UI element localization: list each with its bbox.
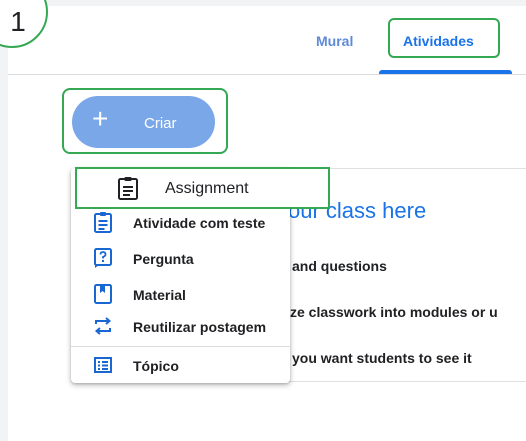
assignment-icon: [118, 177, 138, 200]
menu-item-material[interactable]: Material: [71, 278, 290, 312]
create-button[interactable]: + Criar: [72, 96, 215, 148]
left-margin: [0, 0, 8, 441]
quiz-assignment-icon: [94, 212, 112, 233]
menu-item-label: Reutilizar postagem: [133, 319, 267, 335]
tab-mural[interactable]: Mural: [316, 33, 353, 49]
step-number: 1: [10, 6, 26, 37]
menu-item-topic[interactable]: Tópico: [71, 349, 290, 383]
top-bar: [8, 0, 526, 6]
material-icon: [94, 284, 112, 304]
question-icon: [94, 248, 112, 268]
menu-item-label: Assignment: [165, 180, 249, 197]
menu-item-label: Material: [133, 287, 186, 303]
menu-item-quiz-assignment[interactable]: Atividade com teste: [71, 206, 290, 240]
empty-state-line: you want students to see it: [292, 350, 472, 366]
tab-atividades[interactable]: Atividades: [403, 33, 474, 49]
menu-item-assignment[interactable]: Assignment: [75, 167, 330, 209]
reuse-post-icon: [94, 317, 112, 335]
menu-divider: [71, 346, 290, 347]
menu-item-question[interactable]: Pergunta: [71, 242, 290, 276]
menu-item-reuse-post[interactable]: Reutilizar postagem: [71, 310, 290, 344]
create-button-label: Criar: [144, 115, 177, 132]
empty-state-line: and questions: [292, 258, 387, 274]
tab-divider: [8, 74, 526, 75]
topic-icon: [94, 357, 112, 373]
menu-item-label: Pergunta: [133, 251, 194, 267]
plus-icon: +: [92, 103, 109, 134]
empty-state-line: ze classwork into modules or u: [290, 304, 498, 320]
menu-item-label: Tópico: [133, 358, 179, 374]
menu-item-label: Atividade com teste: [133, 215, 266, 231]
